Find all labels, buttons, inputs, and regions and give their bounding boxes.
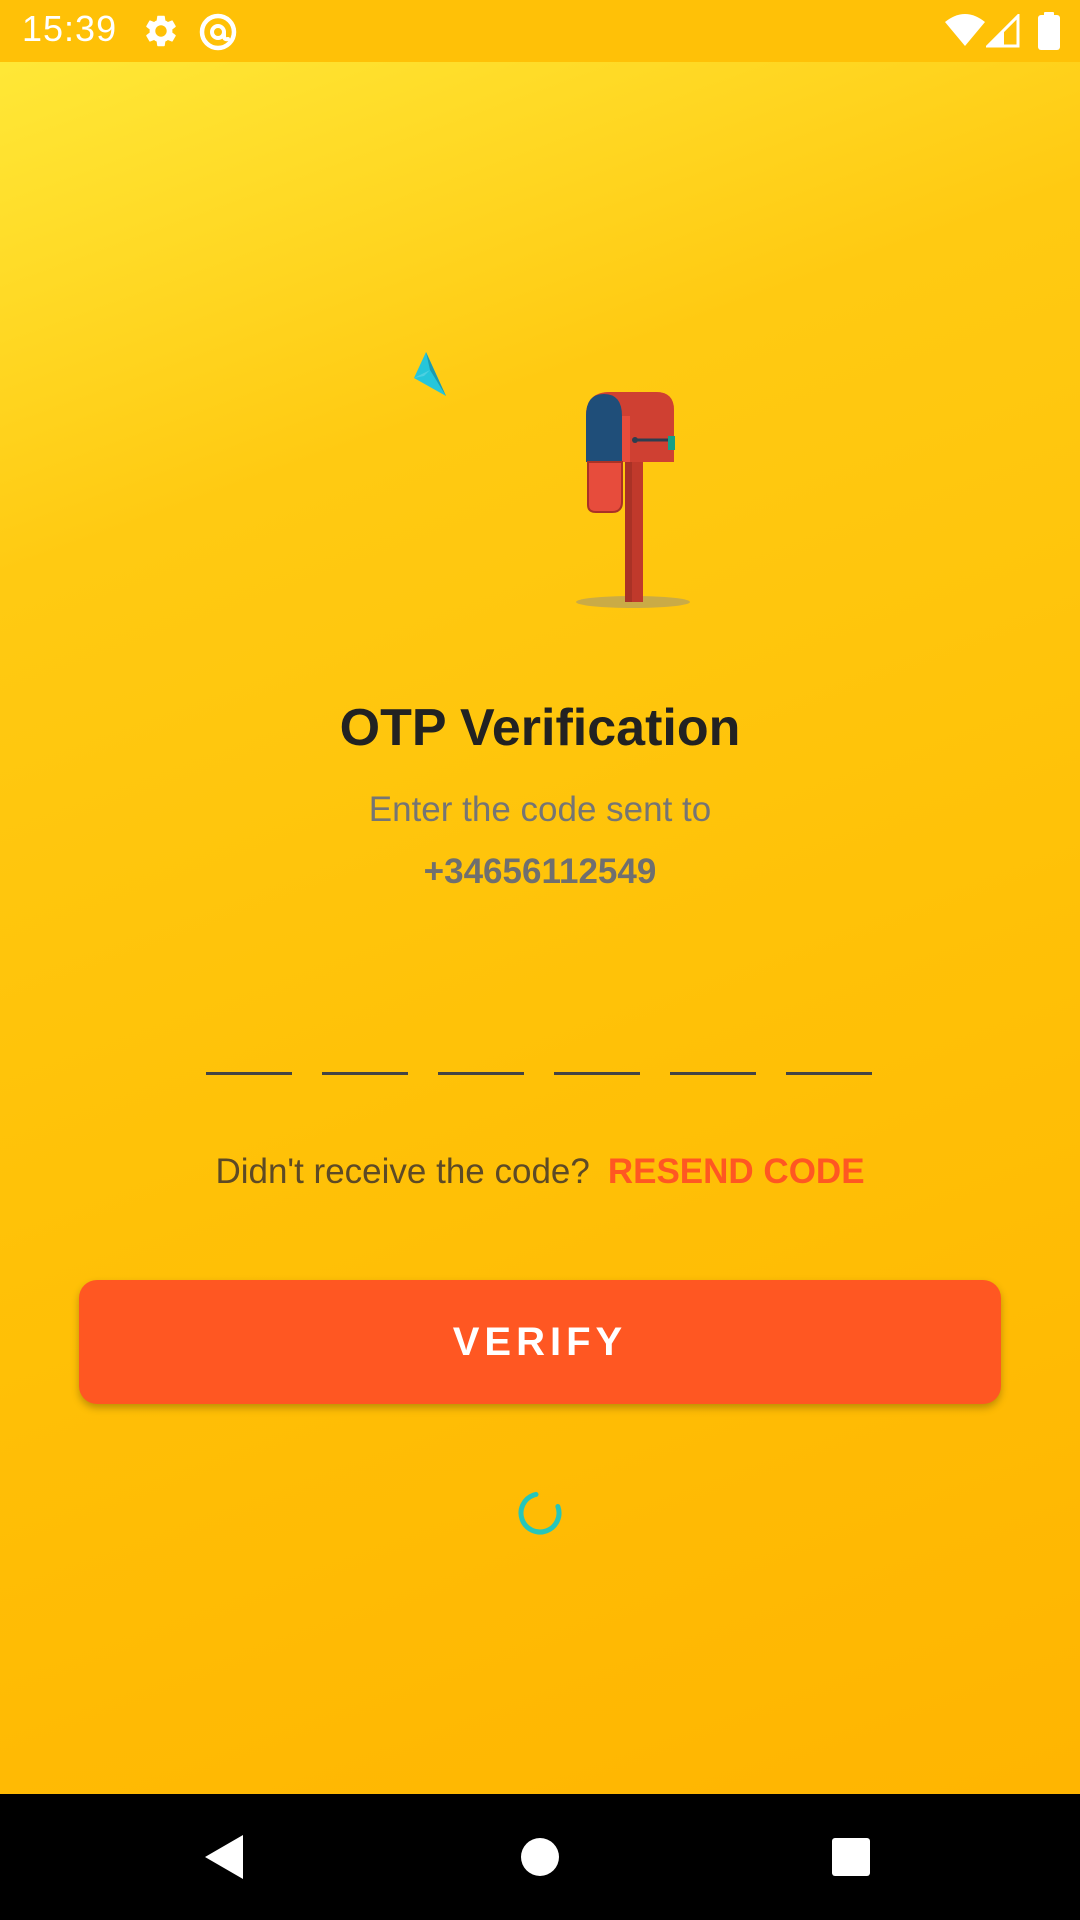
home-icon[interactable] <box>510 1827 570 1887</box>
subtitle: Enter the code sent to <box>368 790 712 829</box>
otp-digit-input[interactable] <box>438 1020 524 1075</box>
settings-icon <box>142 12 180 55</box>
otp-input-row <box>206 1020 874 1076</box>
resend-prompt: Didn't receive the code? <box>215 1152 590 1191</box>
loading-spinner-icon <box>515 1488 565 1538</box>
mailbox-illustration <box>400 340 720 620</box>
at-sign-icon <box>198 12 238 57</box>
back-icon[interactable] <box>195 1827 255 1887</box>
otp-digit-input[interactable] <box>554 1020 640 1075</box>
wifi-icon <box>944 14 986 53</box>
cell-signal-icon <box>984 12 1020 53</box>
page-title: OTP Verification <box>339 699 741 757</box>
otp-digit-input[interactable] <box>322 1020 408 1075</box>
phone-number: +34656112549 <box>423 852 657 891</box>
battery-icon <box>1038 12 1060 55</box>
otp-verification-screen: 15:39 OTP Verification Enter the code se… <box>0 0 1080 1920</box>
resend-code-link[interactable]: RESEND CODE <box>608 1152 865 1191</box>
verify-button[interactable]: VERIFY <box>79 1280 1001 1404</box>
resend-row: Didn't receive the code? RESEND CODE <box>0 1152 1080 1192</box>
status-time: 15:39 <box>22 8 118 49</box>
otp-digit-input[interactable] <box>206 1020 292 1075</box>
otp-digit-input[interactable] <box>786 1020 872 1075</box>
status-bar: 15:39 <box>0 0 1080 62</box>
recents-icon[interactable] <box>821 1827 881 1887</box>
navigation-bar <box>0 1794 1080 1920</box>
mailbox-icon <box>576 392 690 608</box>
otp-digit-input[interactable] <box>670 1020 756 1075</box>
paper-plane-icon <box>414 352 446 396</box>
